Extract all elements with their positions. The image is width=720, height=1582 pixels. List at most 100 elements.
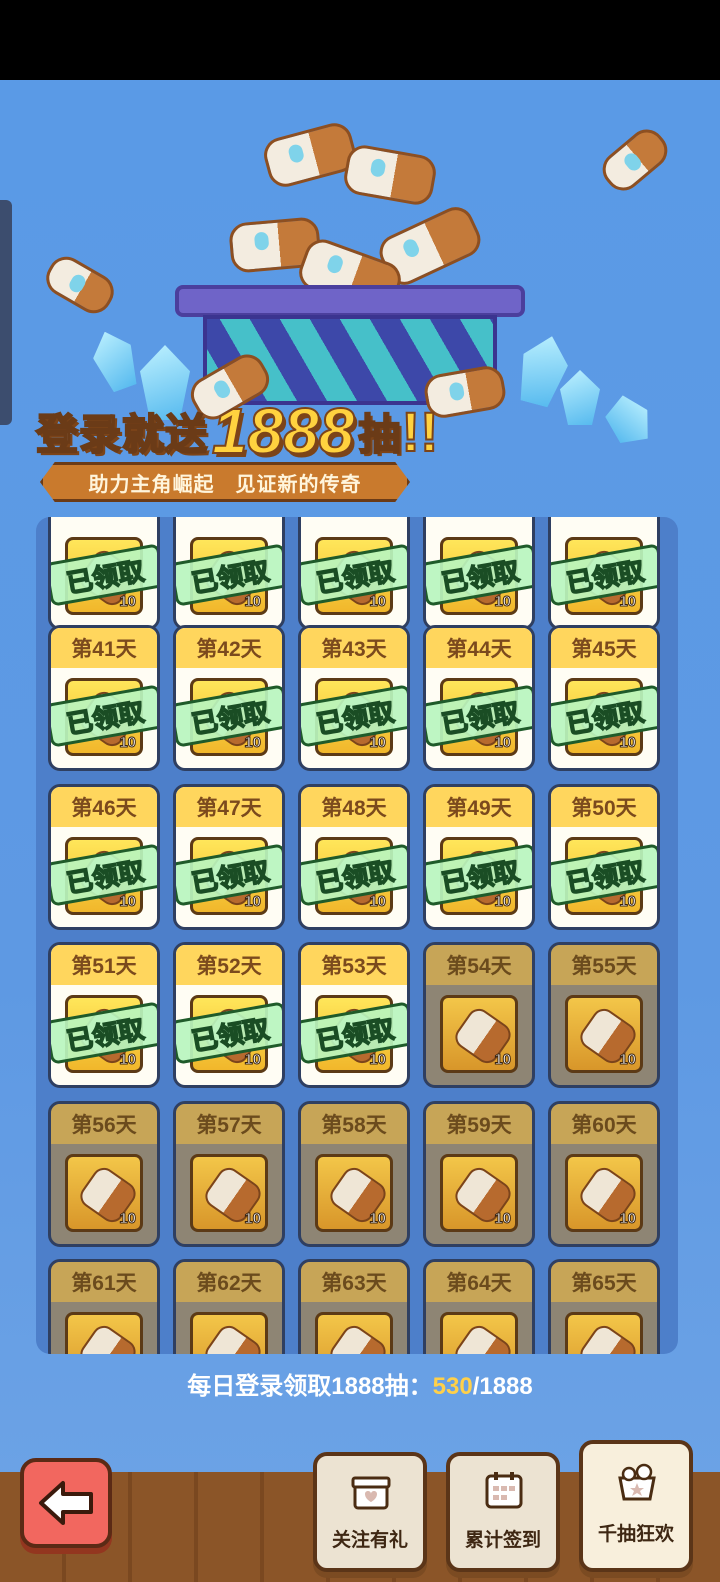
reward-card-locked[interactable]: 第61天 10: [48, 1259, 160, 1354]
subtitle-ribbon: 助力主角崛起 见证新的传奇: [40, 462, 410, 502]
progress-text: 每日登录领取1888抽：530/1888: [0, 1366, 720, 1401]
day-label: 第61天: [51, 1262, 157, 1302]
reward-quantity: 10: [244, 593, 262, 611]
day-label: 第55天: [551, 945, 657, 985]
title-exclaim: !!: [400, 399, 439, 464]
reward-card-claimed[interactable]: 第53天 10 已领取: [298, 942, 410, 1088]
reward-quantity: 10: [244, 1210, 262, 1228]
progress-label: 每日登录领取1888抽：: [187, 1373, 433, 1400]
reward-quantity: 10: [119, 893, 137, 911]
treasure-basket-icon: [618, 1463, 656, 1501]
calendar-icon: [485, 1472, 523, 1509]
scroll-icon: [200, 1321, 266, 1354]
day-label: 第51天: [51, 945, 157, 985]
reward-card-locked[interactable]: 第62天 10: [173, 1259, 285, 1354]
reward-card-claimed[interactable]: 第46天 10 已领取: [48, 784, 160, 930]
reward-card-claimed[interactable]: 第49天 10 已领取: [423, 784, 535, 930]
crystal-decoration: [86, 325, 144, 395]
reward-card-claimed[interactable]: 10 已领取: [423, 517, 535, 630]
reward-card-locked[interactable]: 第54天 10: [423, 942, 535, 1088]
reward-card-locked[interactable]: 第59天 10: [423, 1101, 535, 1247]
cumulative-checkin-label: 累计签到: [464, 1530, 541, 1551]
progress-current: 530: [432, 1373, 473, 1400]
reward-card-locked[interactable]: 第58天 10: [298, 1101, 410, 1247]
reward-quantity: 10: [369, 1051, 387, 1069]
day-label: 第45天: [551, 628, 657, 668]
thousand-draws-button[interactable]: 千抽狂欢: [579, 1440, 693, 1572]
draw-ticket-reward: 10: [190, 1154, 268, 1232]
title-number: 1888: [211, 394, 355, 468]
gift-box-icon: [351, 1476, 391, 1510]
reward-quantity: 10: [119, 1051, 137, 1069]
thousand-draws-label: 千抽狂欢: [597, 1524, 674, 1545]
reward-card-claimed[interactable]: 第44天 10 已领取: [423, 625, 535, 771]
scroll-decoration: [341, 142, 439, 208]
day-label: 第58天: [301, 1104, 407, 1144]
subtitle-text: 助力主角崛起 见证新的传奇: [88, 473, 362, 496]
reward-card-claimed[interactable]: 第45天 10 已领取: [548, 625, 660, 771]
day-label: 第43天: [301, 628, 407, 668]
reward-quantity: 10: [494, 1210, 512, 1228]
arrow-left-icon: [39, 1481, 93, 1525]
reward-quantity: 10: [119, 1210, 137, 1228]
day-label: 第56天: [51, 1104, 157, 1144]
reward-card-locked[interactable]: 第55天 10: [548, 942, 660, 1088]
reward-card-claimed[interactable]: 第41天 10 已领取: [48, 625, 160, 771]
rewards-panel[interactable]: 10 已领取 10 已领取 10 已领取 10 已领取 10 已领取 第41天 10 已领取 第42天 10…: [36, 517, 678, 1354]
day-label: 第59天: [426, 1104, 532, 1144]
reward-card-claimed[interactable]: 第51天 10 已领取: [48, 942, 160, 1088]
reward-card-claimed[interactable]: 10 已领取: [298, 517, 410, 630]
reward-card-locked[interactable]: 第56天 10: [48, 1101, 160, 1247]
draw-ticket-reward: 10: [315, 1312, 393, 1354]
reward-quantity: 10: [369, 893, 387, 911]
reward-card-claimed[interactable]: 10 已领取: [548, 517, 660, 630]
promo-title: 登录就送 1888 抽 !!: [35, 394, 526, 468]
back-button[interactable]: [20, 1458, 112, 1548]
follow-reward-label: 关注有礼: [331, 1530, 408, 1551]
draw-ticket-reward: 10: [440, 1312, 518, 1354]
scroll-icon: [325, 1321, 391, 1354]
reward-card-locked[interactable]: 第60天 10: [548, 1101, 660, 1247]
day-label: 第54天: [426, 945, 532, 985]
reward-quantity: 10: [619, 1051, 637, 1069]
reward-quantity: 10: [494, 593, 512, 611]
reward-quantity: 10: [369, 593, 387, 611]
reward-card-claimed[interactable]: 第50天 10 已领取: [548, 784, 660, 930]
day-label: 第60天: [551, 1104, 657, 1144]
reward-card-claimed[interactable]: 第47天 10 已领取: [173, 784, 285, 930]
day-label: 第44天: [426, 628, 532, 668]
cumulative-checkin-button[interactable]: 累计签到: [446, 1452, 560, 1572]
reward-card-claimed[interactable]: 10 已领取: [173, 517, 285, 630]
day-label: 第49天: [426, 787, 532, 827]
draw-ticket-reward: 10: [440, 1154, 518, 1232]
day-label: 第47天: [176, 787, 282, 827]
reward-card-locked[interactable]: 第63天 10: [298, 1259, 410, 1354]
day-label: 第50天: [551, 787, 657, 827]
reward-card-claimed[interactable]: 第48天 10 已领取: [298, 784, 410, 930]
reward-card-claimed[interactable]: 第52天 10 已领取: [173, 942, 285, 1088]
reward-quantity: 10: [369, 1210, 387, 1228]
scroll-icon: [575, 1321, 641, 1354]
reward-card-locked[interactable]: 第64天 10: [423, 1259, 535, 1354]
reward-quantity: 10: [369, 734, 387, 752]
reward-card-claimed[interactable]: 第42天 10 已领取: [173, 625, 285, 771]
draw-ticket-reward: 10: [440, 995, 518, 1073]
progress-total: /1888: [472, 1373, 533, 1400]
reward-quantity: 10: [119, 593, 137, 611]
reward-quantity: 10: [619, 593, 637, 611]
reward-card-claimed[interactable]: 10 已领取: [48, 517, 160, 630]
reward-card-claimed[interactable]: 第43天 10 已领取: [298, 625, 410, 771]
scroll-icon: [75, 1321, 141, 1354]
reward-quantity: 10: [244, 1051, 262, 1069]
day-label: 第65天: [551, 1262, 657, 1302]
status-bar: [0, 0, 720, 80]
reward-quantity: 10: [619, 734, 637, 752]
title-prefix: 登录就送: [35, 410, 209, 459]
crystal-decoration: [600, 388, 660, 451]
draw-ticket-reward: 10: [65, 1312, 143, 1354]
follow-reward-button[interactable]: 关注有礼: [313, 1452, 427, 1572]
reward-card-locked[interactable]: 第57天 10: [173, 1101, 285, 1247]
reward-card-locked[interactable]: 第65天 10: [548, 1259, 660, 1354]
reward-quantity: 10: [494, 1051, 512, 1069]
reward-quantity: 10: [244, 893, 262, 911]
